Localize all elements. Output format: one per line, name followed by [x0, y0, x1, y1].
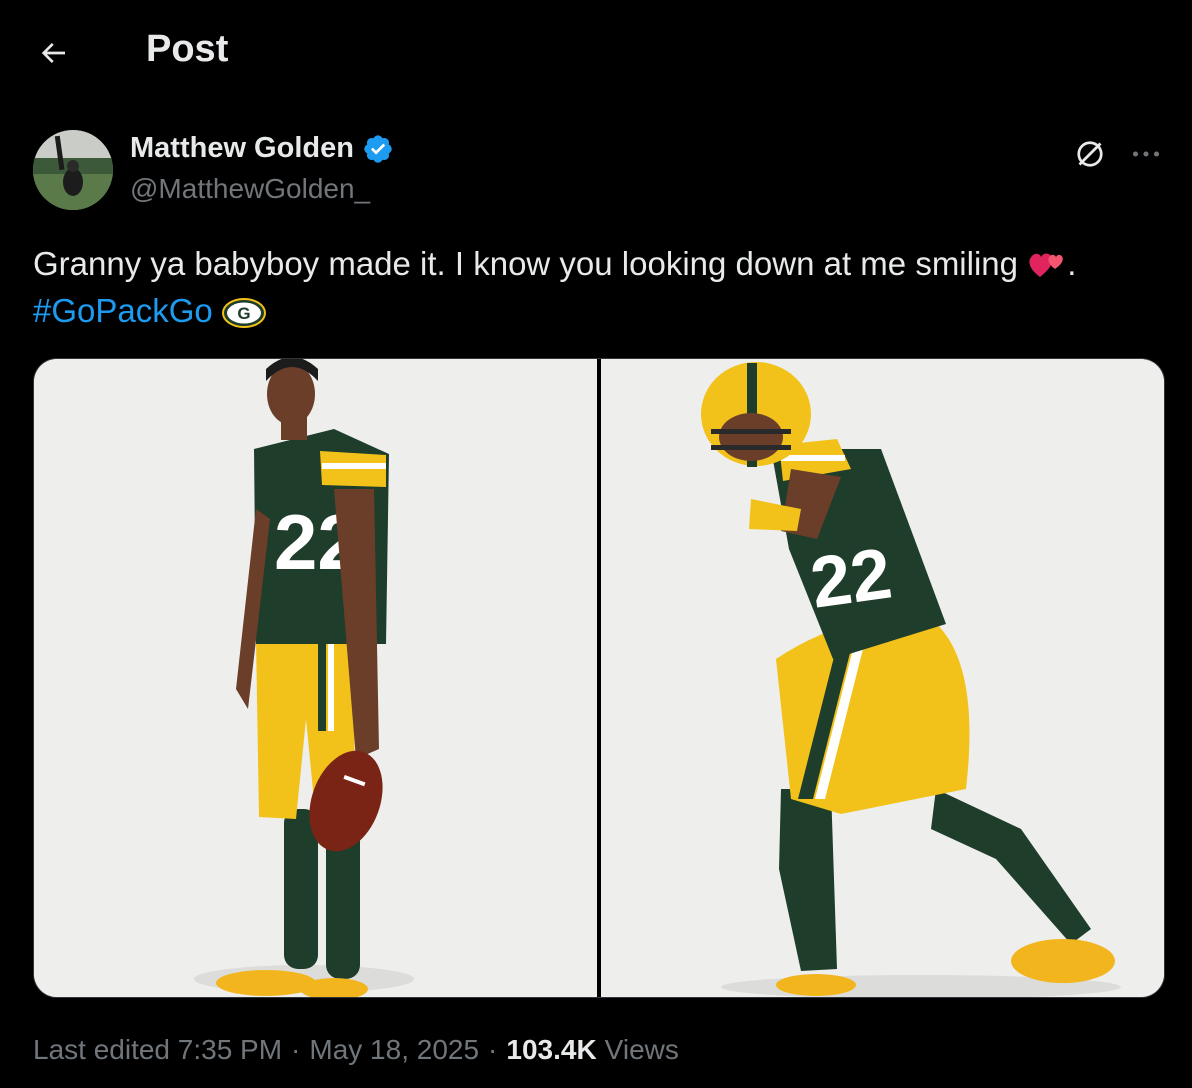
post-date[interactable]: May 18, 2025: [309, 1034, 479, 1066]
hashtag-link[interactable]: #GoPackGo: [33, 292, 213, 329]
grok-icon: [1077, 141, 1103, 167]
post-body: Granny ya babyboy made it. I know you lo…: [33, 245, 1019, 282]
page-title: Post: [146, 28, 229, 70]
top-bar: Post: [0, 0, 1192, 106]
packers-logo-emoji: G: [221, 298, 266, 328]
last-edited-time[interactable]: Last edited 7:35 PM: [33, 1034, 282, 1066]
post-body-end: .: [1067, 245, 1077, 282]
photo-1[interactable]: 22: [34, 359, 597, 997]
media-grid: 22 22: [33, 358, 1165, 998]
avatar[interactable]: [33, 130, 113, 210]
separator-dot: ·: [488, 1034, 498, 1065]
grok-button[interactable]: [1070, 134, 1110, 174]
verified-badge-icon: [364, 134, 392, 163]
packers-logo-letter: G: [237, 304, 250, 323]
views-label: Views: [604, 1034, 679, 1065]
post-text: Granny ya babyboy made it. I know you lo…: [33, 240, 1163, 334]
jersey-number-2: 22: [806, 533, 896, 623]
author-name[interactable]: Matthew Golden: [130, 132, 354, 165]
back-arrow-icon: [41, 43, 65, 63]
author-name-row: Matthew Golden: [130, 132, 394, 165]
more-button[interactable]: [1126, 134, 1166, 174]
more-icon: [1132, 151, 1160, 157]
author-handle[interactable]: @MatthewGolden_: [130, 173, 370, 205]
views-count: 103.4K: [506, 1034, 597, 1065]
photo-2[interactable]: 22: [601, 359, 1164, 997]
two-hearts-emoji: [1029, 253, 1064, 277]
separator-dot: ·: [291, 1034, 301, 1065]
back-button[interactable]: [30, 30, 76, 76]
post-metadata: Last edited 7:35 PM · May 18, 2025 · 103…: [33, 1034, 679, 1066]
